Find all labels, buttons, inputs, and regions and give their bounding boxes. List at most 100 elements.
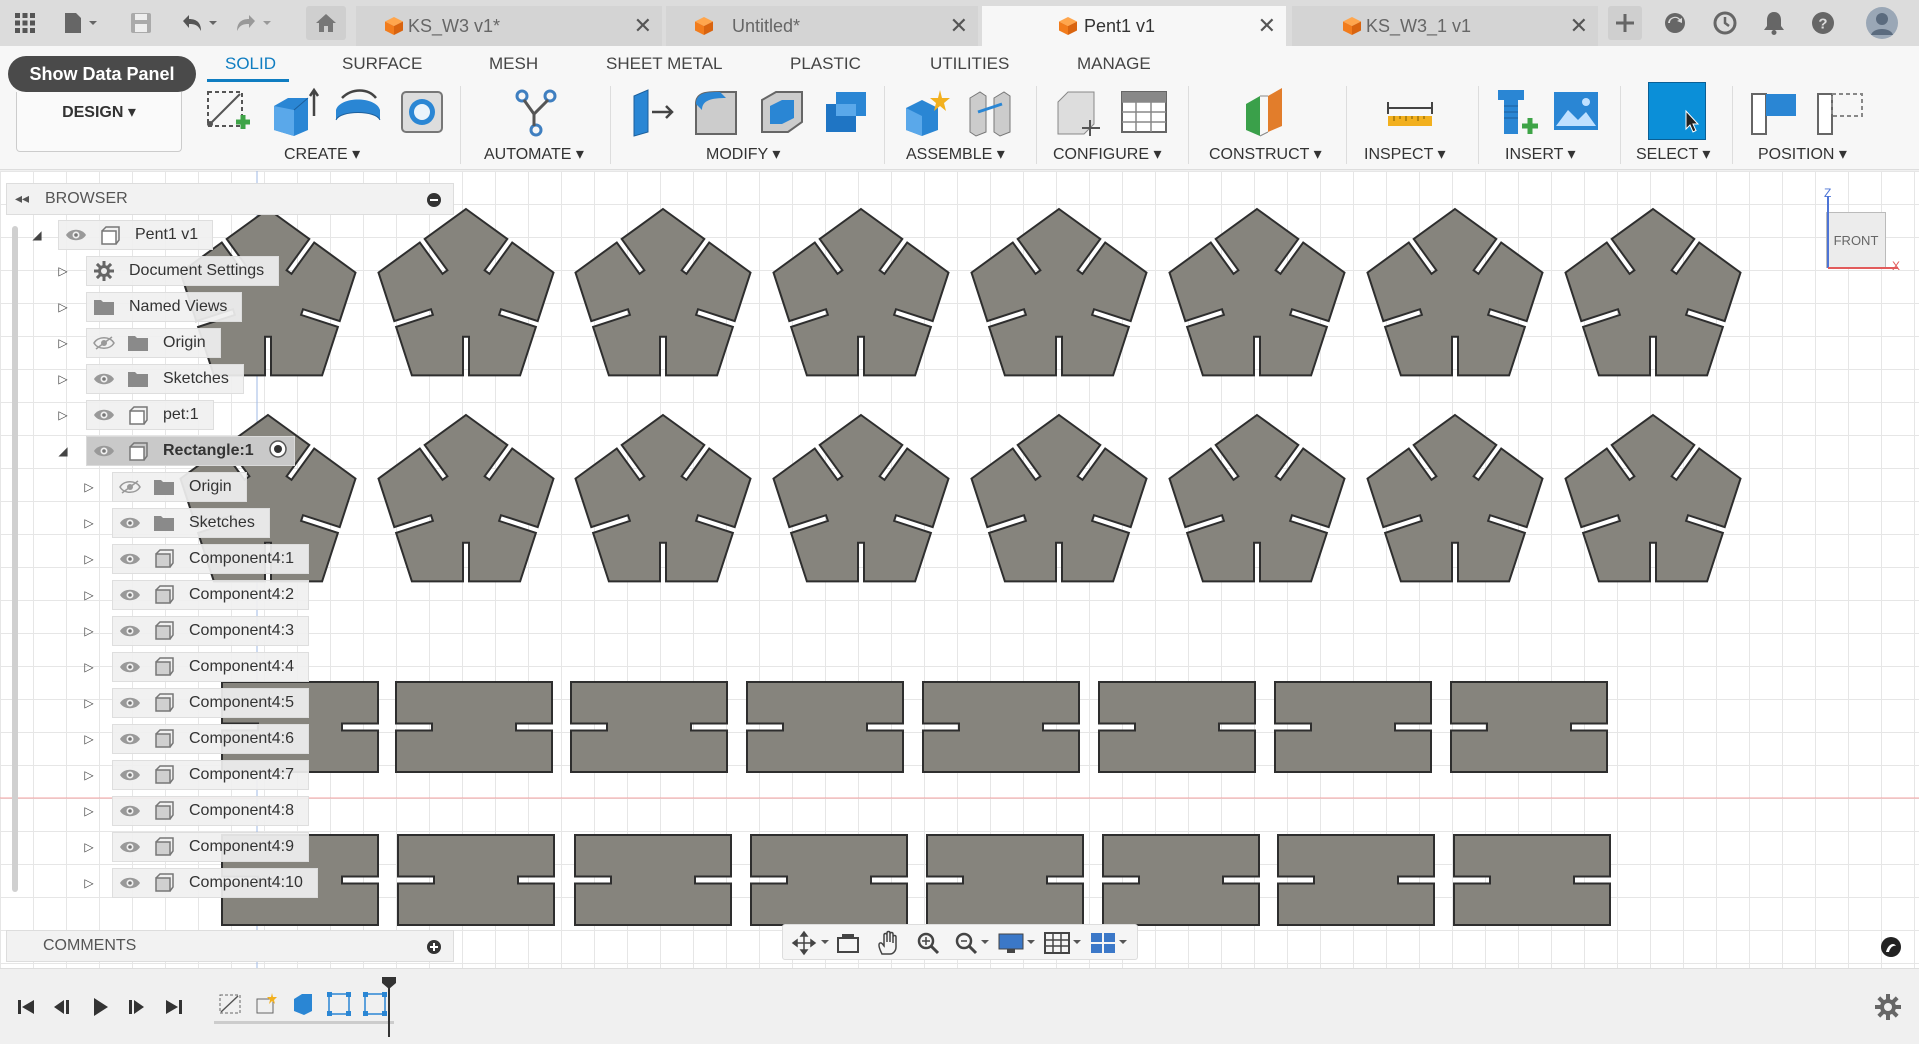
pentagon-part-row2[interactable] xyxy=(1366,413,1544,583)
tab-surface[interactable]: SURFACE xyxy=(342,54,422,74)
browser-node-row[interactable]: Document Settings xyxy=(86,256,280,286)
eye-icon[interactable] xyxy=(119,656,141,678)
pentagon-part-row2[interactable] xyxy=(1168,413,1346,583)
activate-component-radio[interactable] xyxy=(268,439,288,464)
browser-node-row[interactable]: Component4:5 xyxy=(112,688,309,718)
expand-node-icon[interactable]: ▷ xyxy=(82,516,96,530)
combine-icon[interactable] xyxy=(820,86,872,138)
timeline-sketch-icon[interactable] xyxy=(218,991,244,1017)
browser-node-row[interactable]: Component4:7 xyxy=(112,760,309,790)
expand-node-icon[interactable]: ▷ xyxy=(56,300,70,314)
look-at-icon[interactable] xyxy=(835,930,861,956)
browser-node-row[interactable]: Pent1 v1 xyxy=(58,220,214,250)
step-forward-icon[interactable] xyxy=(122,993,150,1021)
slotted-rectangle-part[interactable] xyxy=(922,681,1080,773)
inspect-menu[interactable]: INSPECT ▾ xyxy=(1364,144,1446,164)
timeline-settings-gear-icon[interactable] xyxy=(1874,993,1902,1021)
construct-menu[interactable]: CONSTRUCT ▾ xyxy=(1209,144,1322,164)
browser-node-row[interactable]: Component4:8 xyxy=(112,796,309,826)
browser-node-row[interactable]: Component4:2 xyxy=(112,580,309,610)
browser-node-row[interactable]: Component4:6 xyxy=(112,724,309,754)
slotted-rectangle-part[interactable] xyxy=(1453,834,1611,926)
select-tool-button[interactable] xyxy=(1648,82,1706,140)
expand-node-icon[interactable]: ▷ xyxy=(56,336,70,350)
automate-icon[interactable] xyxy=(510,86,562,138)
extrude-icon[interactable] xyxy=(268,86,320,138)
tab-ks-w3-1[interactable]: KS_W3_1 v1 ✕ xyxy=(1292,6,1598,46)
eye-icon[interactable] xyxy=(119,872,141,894)
user-avatar[interactable] xyxy=(1862,6,1902,40)
browser-node-row[interactable]: Origin xyxy=(86,328,221,358)
capture-position-icon[interactable] xyxy=(1748,86,1800,138)
browser-node-row[interactable]: Component4:3 xyxy=(112,616,309,646)
close-tab-icon[interactable]: ✕ xyxy=(634,13,652,39)
close-tab-icon[interactable]: ✕ xyxy=(1570,13,1588,39)
eye-icon[interactable] xyxy=(119,800,141,822)
pentagon-part-row1[interactable] xyxy=(574,207,752,377)
slotted-rectangle-part[interactable] xyxy=(574,834,732,926)
browser-node-row[interactable]: Component4:1 xyxy=(112,544,309,574)
notifications-bell-icon[interactable] xyxy=(1757,6,1791,40)
fillet-icon[interactable] xyxy=(690,86,742,138)
job-status-icon[interactable] xyxy=(1708,6,1742,40)
eye-icon[interactable] xyxy=(119,584,141,606)
select-menu[interactable]: SELECT ▾ xyxy=(1636,144,1710,164)
hole-icon[interactable] xyxy=(396,86,448,138)
tab-sheet-metal[interactable]: SHEET METAL xyxy=(606,54,723,74)
slotted-rectangle-part[interactable] xyxy=(1102,834,1260,926)
create-sketch-icon[interactable] xyxy=(202,86,254,138)
automate-menu[interactable]: AUTOMATE ▾ xyxy=(484,144,584,164)
workspace-switcher[interactable]: DESIGN ▾ xyxy=(16,92,182,152)
expand-node-icon[interactable]: ▷ xyxy=(82,732,96,746)
orbit-icon[interactable] xyxy=(791,930,831,956)
apps-grid-icon[interactable] xyxy=(8,6,42,40)
create-menu[interactable]: CREATE ▾ xyxy=(284,144,360,164)
slotted-rectangle-part[interactable] xyxy=(1450,681,1608,773)
configuration-table-icon[interactable] xyxy=(1118,86,1170,138)
position-menu[interactable]: POSITION ▾ xyxy=(1758,144,1847,164)
browser-node-row[interactable]: Named Views xyxy=(86,292,243,322)
expand-node-icon[interactable]: ▷ xyxy=(56,264,70,278)
browser-node-row[interactable]: Component4:4 xyxy=(112,652,309,682)
modify-menu[interactable]: MODIFY ▾ xyxy=(706,144,780,164)
pentagon-part-row2[interactable] xyxy=(772,413,950,583)
tab-ks-w3[interactable]: KS_W3 v1* ✕ xyxy=(356,6,662,46)
step-back-icon[interactable] xyxy=(48,993,76,1021)
expand-node-icon[interactable]: ▷ xyxy=(82,660,96,674)
eye-icon[interactable] xyxy=(119,692,141,714)
insert-mcmaster-icon[interactable] xyxy=(1490,86,1542,138)
expand-node-icon[interactable]: ▷ xyxy=(82,696,96,710)
slotted-rectangle-part[interactable] xyxy=(570,681,728,773)
configure-component-icon[interactable] xyxy=(1052,86,1104,138)
tab-pent1[interactable]: Pent1 v1 ✕ xyxy=(982,6,1286,46)
expand-node-icon[interactable]: ▷ xyxy=(56,372,70,386)
tab-manage[interactable]: MANAGE xyxy=(1077,54,1151,74)
go-to-start-icon[interactable] xyxy=(12,993,40,1021)
browser-node-row[interactable]: Rectangle:1 xyxy=(86,436,295,466)
go-to-end-icon[interactable] xyxy=(160,993,188,1021)
expand-node-icon[interactable]: ▷ xyxy=(82,588,96,602)
slotted-rectangle-part[interactable] xyxy=(1277,834,1435,926)
eye-icon[interactable] xyxy=(65,224,87,246)
pentagon-part-row2[interactable] xyxy=(970,413,1148,583)
undo-icon[interactable] xyxy=(176,6,222,40)
shell-icon[interactable] xyxy=(756,86,808,138)
slotted-rectangle-part[interactable] xyxy=(397,834,555,926)
expand-node-icon[interactable]: ▷ xyxy=(82,768,96,782)
eye-icon[interactable] xyxy=(119,548,141,570)
timeline-component-icon[interactable] xyxy=(254,991,280,1017)
browser-node-row[interactable]: Sketches xyxy=(86,364,244,394)
expand-node-icon[interactable]: ▷ xyxy=(82,480,96,494)
save-icon[interactable] xyxy=(124,6,158,40)
tab-plastic[interactable]: PLASTIC xyxy=(790,54,861,74)
viewports-icon[interactable] xyxy=(1089,930,1131,956)
timeline-pattern-icon[interactable] xyxy=(326,991,352,1017)
slotted-rectangle-part[interactable] xyxy=(1274,681,1432,773)
browser-node-row[interactable]: pet:1 xyxy=(86,400,214,430)
close-tab-icon[interactable]: ✕ xyxy=(1258,13,1276,39)
pan-hand-icon[interactable] xyxy=(875,930,901,956)
collapse-node-icon[interactable]: ◢ xyxy=(56,444,70,458)
slotted-rectangle-part[interactable] xyxy=(1098,681,1256,773)
expand-node-icon[interactable]: ▷ xyxy=(82,804,96,818)
eye-icon[interactable] xyxy=(119,836,141,858)
